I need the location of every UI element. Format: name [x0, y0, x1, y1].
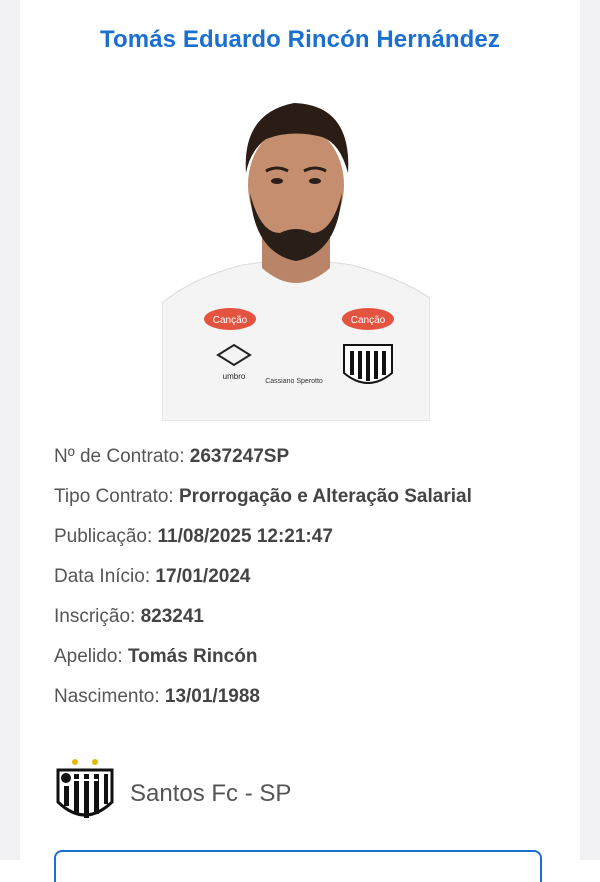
- field-label: Data Início:: [54, 566, 151, 587]
- right-gutter: [580, 0, 600, 860]
- field-contract-number: Nº de Contrato: 2637247SP: [54, 444, 472, 484]
- club-row[interactable]: Santos Fc - SP: [54, 756, 291, 831]
- field-label: Publicação:: [54, 526, 153, 547]
- field-publication: Publicação: 11/08/2025 12:21:47: [54, 524, 472, 564]
- field-value: 2637247SP: [189, 446, 290, 467]
- sponsor-right-label: Canção: [351, 315, 386, 326]
- player-name: Tomás Eduardo Rincón Hernández: [100, 26, 500, 53]
- field-contract-type: Tipo Contrato: Prorrogação e Alteração S…: [54, 484, 472, 524]
- player-photo: Canção Canção umbro Cassiano Sperotto: [162, 93, 430, 421]
- field-label: Nº de Contrato:: [54, 446, 185, 467]
- next-section-panel[interactable]: [54, 850, 542, 882]
- sponsor-left-label: Canção: [213, 315, 248, 326]
- field-label: Apelido:: [54, 646, 123, 667]
- field-label: Inscrição:: [54, 606, 136, 627]
- contract-details: Nº de Contrato: 2637247SP Tipo Contrato:…: [54, 444, 472, 724]
- field-label: Nascimento:: [54, 686, 160, 707]
- field-value: 823241: [140, 606, 204, 627]
- field-value: 13/01/1988: [164, 686, 260, 707]
- field-birth-date: Nascimento: 13/01/1988: [54, 684, 472, 724]
- field-value: 17/01/2024: [155, 566, 251, 587]
- sleeve-sponsor-label: Cassiano Sperotto: [265, 378, 323, 385]
- field-start-date: Data Início: 17/01/2024: [54, 564, 472, 604]
- kit-brand-label: umbro: [223, 372, 246, 381]
- field-value: Tomás Rincón: [127, 646, 258, 667]
- field-registration: Inscrição: 823241: [54, 604, 472, 644]
- field-label: Tipo Contrato:: [54, 486, 174, 507]
- field-value: 11/08/2025 12:21:47: [157, 526, 333, 547]
- field-value: Prorrogação e Alteração Salarial: [178, 486, 472, 507]
- club-name: Santos Fc - SP: [130, 779, 292, 807]
- santos-crest-icon: [54, 756, 116, 831]
- left-gutter: [0, 0, 20, 860]
- field-nickname: Apelido: Tomás Rincón: [54, 644, 472, 684]
